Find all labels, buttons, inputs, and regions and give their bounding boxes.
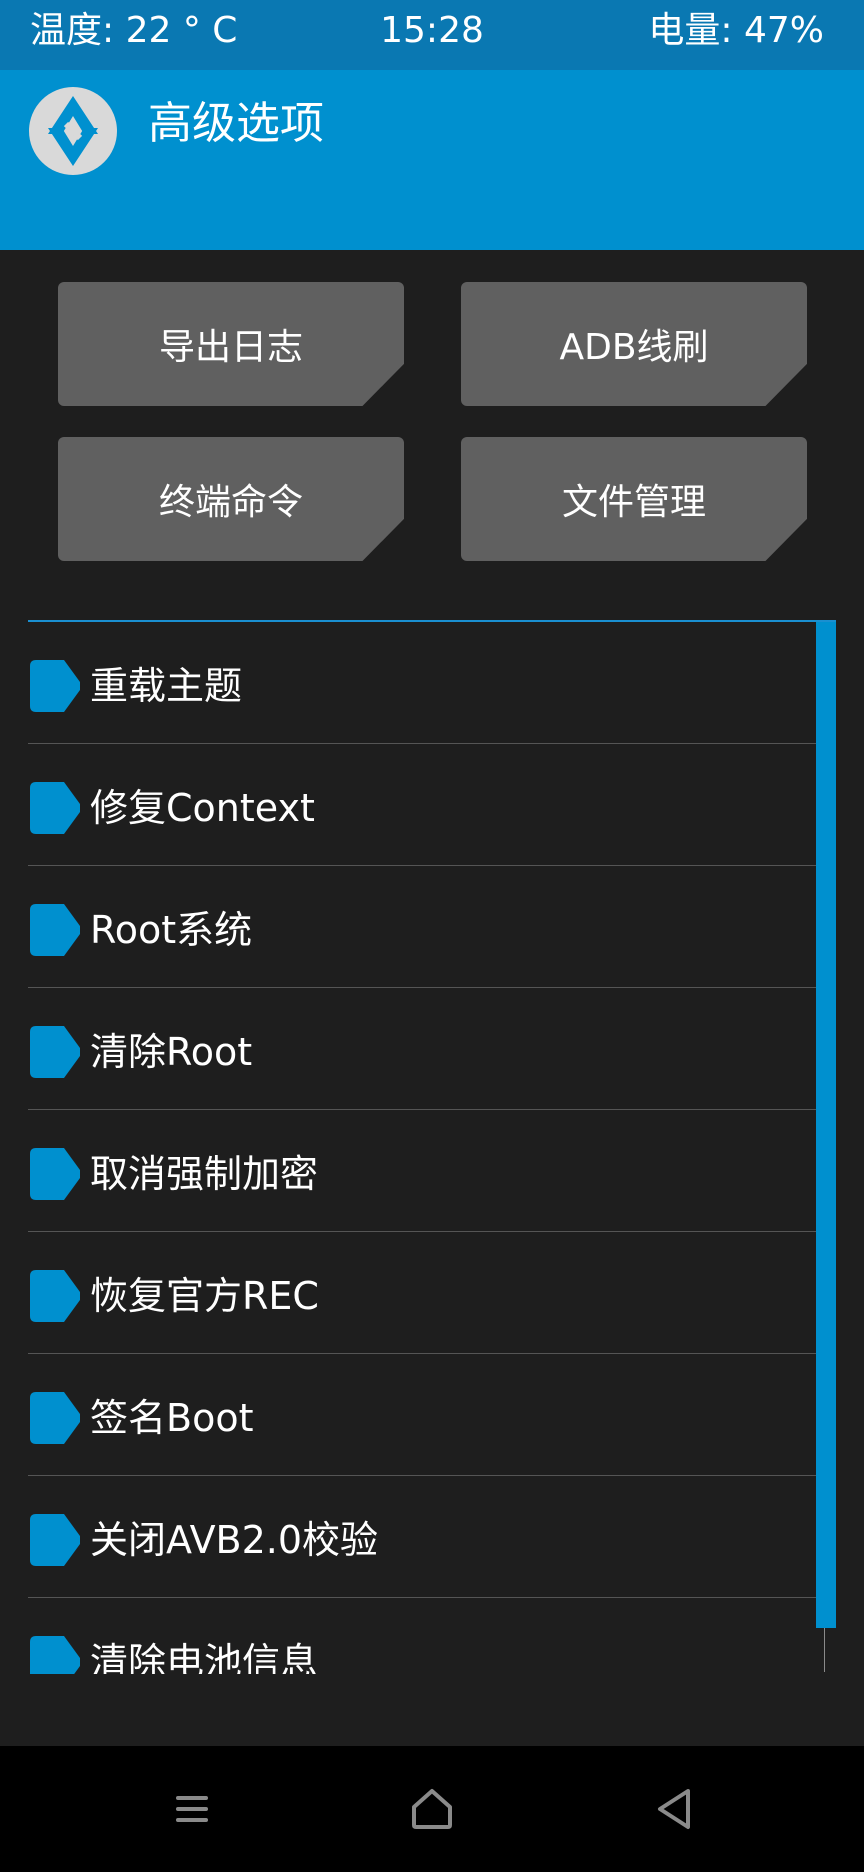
item-marker-icon bbox=[30, 782, 80, 834]
status-bar: 温度: 22 ° C 15:28 电量: 47% bbox=[0, 0, 864, 70]
file-manager-button[interactable]: 文件管理 bbox=[461, 437, 807, 561]
advanced-options-screen: 温度: 22 ° C 15:28 电量: 47% 高级选项 导出日志 ADB线刷… bbox=[0, 0, 864, 1872]
list-item-disable-avb[interactable]: 关闭AVB2.0校验 bbox=[28, 1476, 816, 1598]
item-marker-icon bbox=[30, 1270, 80, 1322]
export-log-button[interactable]: 导出日志 bbox=[58, 282, 404, 406]
back-icon[interactable] bbox=[644, 1779, 704, 1839]
twrp-logo-icon bbox=[29, 87, 117, 175]
item-marker-icon bbox=[30, 904, 80, 956]
item-marker-icon bbox=[30, 1148, 80, 1200]
page-title: 高级选项 bbox=[148, 98, 324, 149]
list-item-label: 恢复官方REC bbox=[90, 1274, 319, 1318]
list-item-label: Root系统 bbox=[90, 908, 253, 952]
item-marker-icon bbox=[30, 1026, 80, 1078]
list-item-root-system[interactable]: Root系统 bbox=[28, 866, 816, 988]
item-marker-icon bbox=[30, 1514, 80, 1566]
item-marker-icon bbox=[30, 1392, 80, 1444]
list-item-label: 修复Context bbox=[90, 786, 315, 830]
list-item-label: 关闭AVB2.0校验 bbox=[90, 1518, 379, 1562]
list-item-label: 签名Boot bbox=[90, 1396, 254, 1440]
list-item-label: 重载主题 bbox=[90, 664, 243, 708]
list-item-fix-context[interactable]: 修复Context bbox=[28, 744, 816, 866]
list-item-restore-stock-recovery[interactable]: 恢复官方REC bbox=[28, 1232, 816, 1354]
list-item-sign-boot[interactable]: 签名Boot bbox=[28, 1354, 816, 1476]
list-item-clear-battery-stats[interactable]: 清除电池信息 bbox=[28, 1598, 816, 1674]
list-item-label: 清除电池信息 bbox=[90, 1640, 319, 1674]
terminal-button[interactable]: 终端命令 bbox=[58, 437, 404, 561]
list-item-label: 清除Root bbox=[90, 1030, 253, 1074]
battery-readout: 电量: 47% bbox=[648, 10, 824, 51]
options-list: 重载主题 修复Context Root系统 清除Root 取消强制加密 恢复官方… bbox=[28, 620, 836, 1674]
scrollbar-thumb[interactable] bbox=[816, 622, 836, 1628]
list-item-reload-theme[interactable]: 重载主题 bbox=[28, 622, 816, 744]
list-item-disable-force-encrypt[interactable]: 取消强制加密 bbox=[28, 1110, 816, 1232]
navigation-bar bbox=[0, 1746, 864, 1872]
home-icon[interactable] bbox=[402, 1779, 462, 1839]
menu-icon[interactable] bbox=[162, 1779, 222, 1839]
item-marker-icon bbox=[30, 1636, 80, 1674]
item-marker-icon bbox=[30, 660, 80, 712]
adb-sideload-button[interactable]: ADB线刷 bbox=[461, 282, 807, 406]
list-item-clear-root[interactable]: 清除Root bbox=[28, 988, 816, 1110]
list-item-label: 取消强制加密 bbox=[90, 1152, 319, 1196]
header-bar: 高级选项 bbox=[0, 70, 864, 250]
